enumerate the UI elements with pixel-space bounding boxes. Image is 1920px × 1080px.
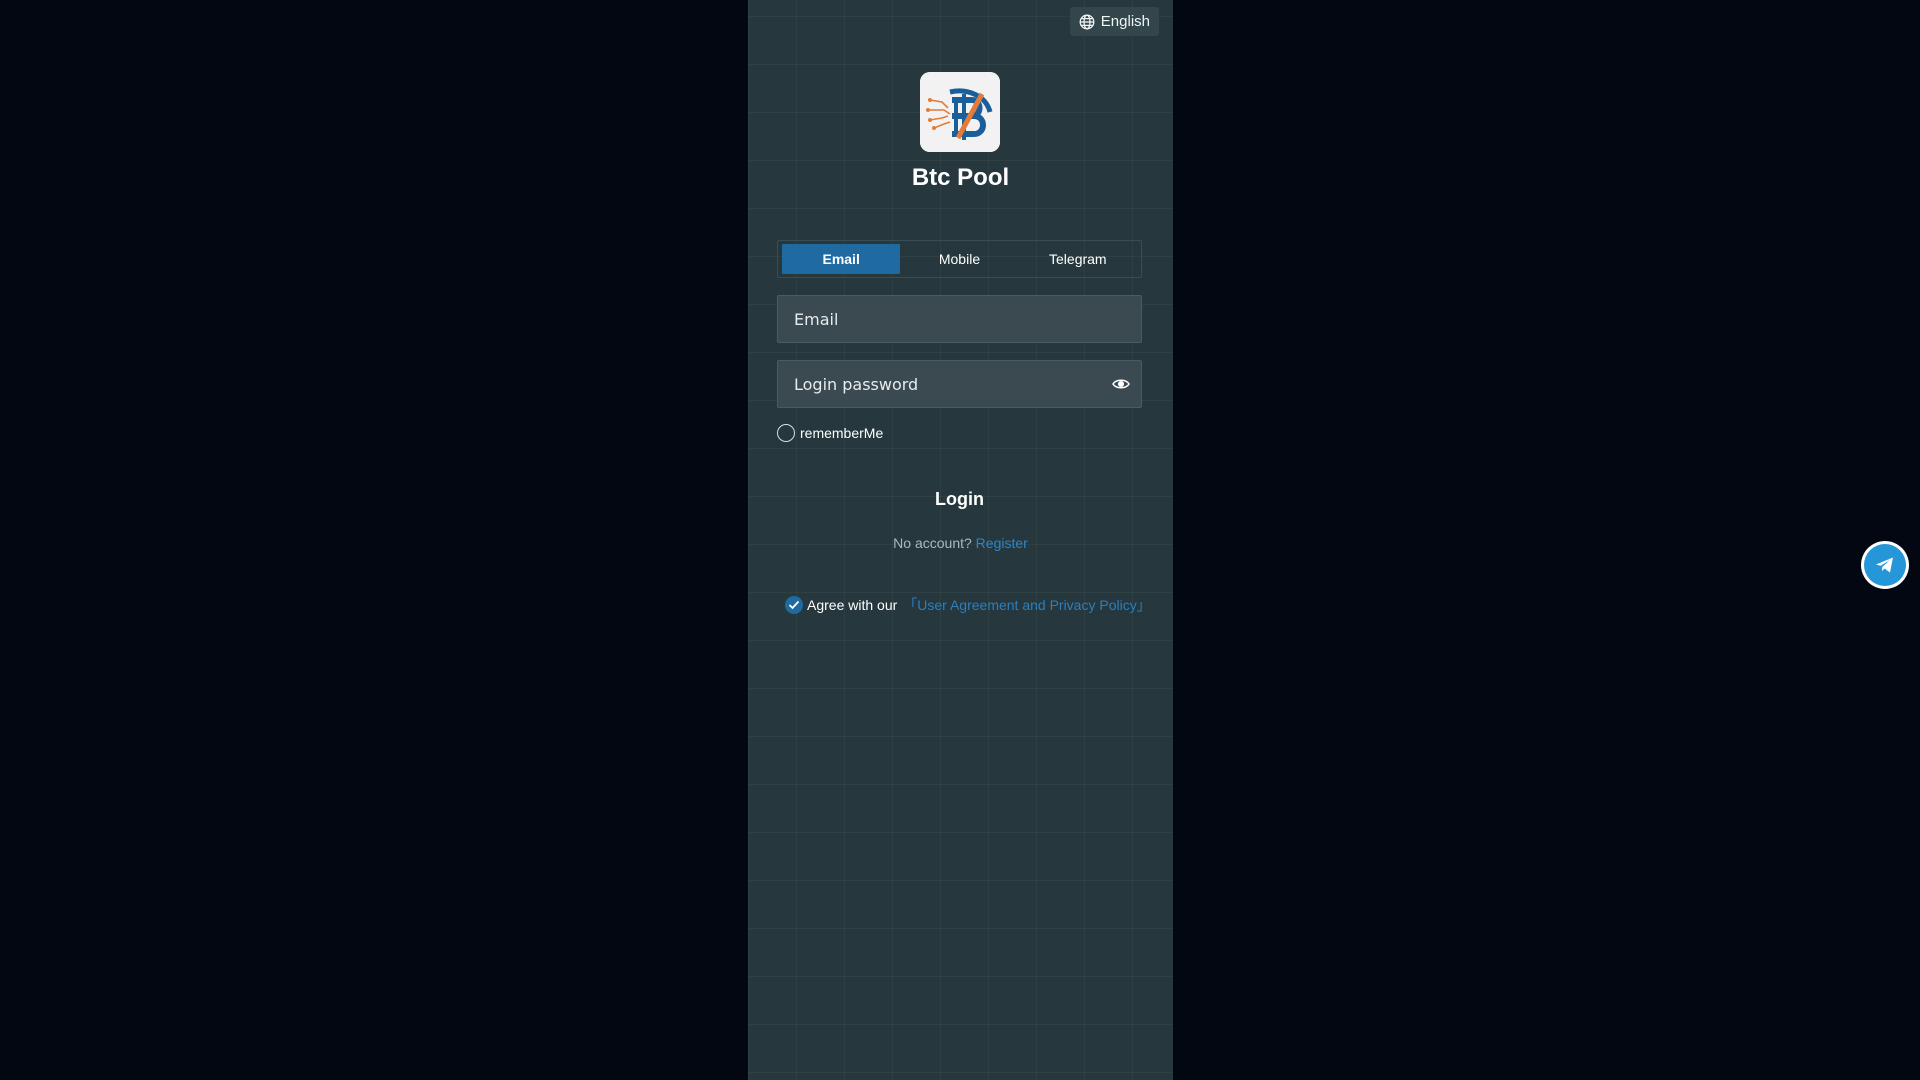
register-prompt-text: No account? — [893, 535, 972, 551]
agreement-row: Agree with our 「User Agreement and Priva… — [785, 595, 1151, 615]
eye-icon[interactable] — [1101, 361, 1141, 407]
remember-me-label: rememberMe — [800, 425, 884, 441]
policy-link[interactable]: 「User Agreement and Privacy Policy」 — [903, 595, 1150, 615]
tab-email[interactable]: Email — [782, 244, 901, 274]
email-field-wrapper — [777, 295, 1142, 343]
login-method-tabs: Email Mobile Telegram — [777, 240, 1142, 278]
globe-icon — [1079, 14, 1095, 30]
app-logo — [920, 72, 1000, 152]
password-input[interactable] — [778, 361, 1101, 407]
telegram-float-button[interactable] — [1861, 541, 1909, 589]
register-prompt: No account? Register — [748, 535, 1173, 551]
agreement-checkbox[interactable] — [785, 596, 803, 614]
app-title: Btc Pool — [911, 164, 1010, 191]
language-selector[interactable]: English — [1069, 7, 1159, 36]
email-input[interactable] — [778, 296, 1141, 342]
register-link[interactable]: Register — [976, 535, 1028, 551]
login-button[interactable]: Login — [777, 481, 1142, 517]
password-field-wrapper — [777, 360, 1142, 408]
check-icon — [788, 600, 800, 610]
remember-me-radio[interactable] — [777, 424, 795, 442]
tab-telegram[interactable]: Telegram — [1019, 244, 1137, 274]
login-panel: English Btc Pool Email Mobile Telegram E… — [748, 0, 1173, 1080]
page-background: English Btc Pool Email Mobile Telegram E… — [0, 0, 1920, 1080]
telegram-icon — [1864, 544, 1906, 586]
agreement-text: Agree with our — [807, 597, 898, 613]
tab-mobile[interactable]: Mobile — [900, 244, 1018, 274]
remember-me[interactable]: rememberMe — [777, 424, 883, 442]
language-label: English — [1100, 13, 1150, 30]
